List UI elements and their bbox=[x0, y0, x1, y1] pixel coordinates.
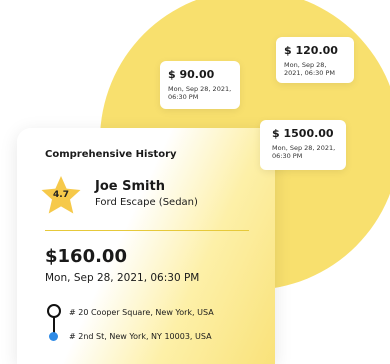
dot-icon bbox=[49, 332, 58, 341]
price-datetime: Mon, Sep 28, 2021, 06:30 PM bbox=[272, 144, 336, 160]
price-amount: $ 90.00 bbox=[168, 68, 215, 81]
trip-datetime: Mon, Sep 28, 2021, 06:30 PM bbox=[45, 272, 200, 284]
driver-name: Joe Smith bbox=[95, 179, 165, 194]
pickup-address: # 20 Cooper Square, New York, USA bbox=[69, 308, 214, 317]
price-tag: $ 120.00 Mon, Sep 28, 2021, 06:30 PM bbox=[276, 37, 354, 83]
price-amount: $ 120.00 bbox=[284, 44, 338, 57]
pin-icon bbox=[47, 304, 61, 318]
card-title: Comprehensive History bbox=[45, 149, 177, 160]
price-datetime: Mon, Sep 28, 2021, 06:30 PM bbox=[284, 61, 336, 77]
price-tag: $ 90.00 Mon, Sep 28, 2021, 06:30 PM bbox=[160, 61, 240, 109]
price-amount: $ 1500.00 bbox=[272, 127, 334, 140]
history-card: Comprehensive History 4.7 Joe Smith Ford… bbox=[17, 128, 275, 364]
rating-value: 4.7 bbox=[53, 190, 69, 200]
dropoff-address: # 2nd St, New York, NY 10003, USA bbox=[69, 332, 212, 341]
vehicle-info: Ford Escape (Sedan) bbox=[95, 197, 198, 208]
price-datetime: Mon, Sep 28, 2021, 06:30 PM bbox=[168, 85, 232, 101]
divider bbox=[45, 230, 249, 231]
price-tag: $ 1500.00 Mon, Sep 28, 2021, 06:30 PM bbox=[260, 120, 346, 170]
trip-total: $160.00 bbox=[45, 246, 127, 267]
rating-badge: 4.7 bbox=[40, 175, 82, 215]
